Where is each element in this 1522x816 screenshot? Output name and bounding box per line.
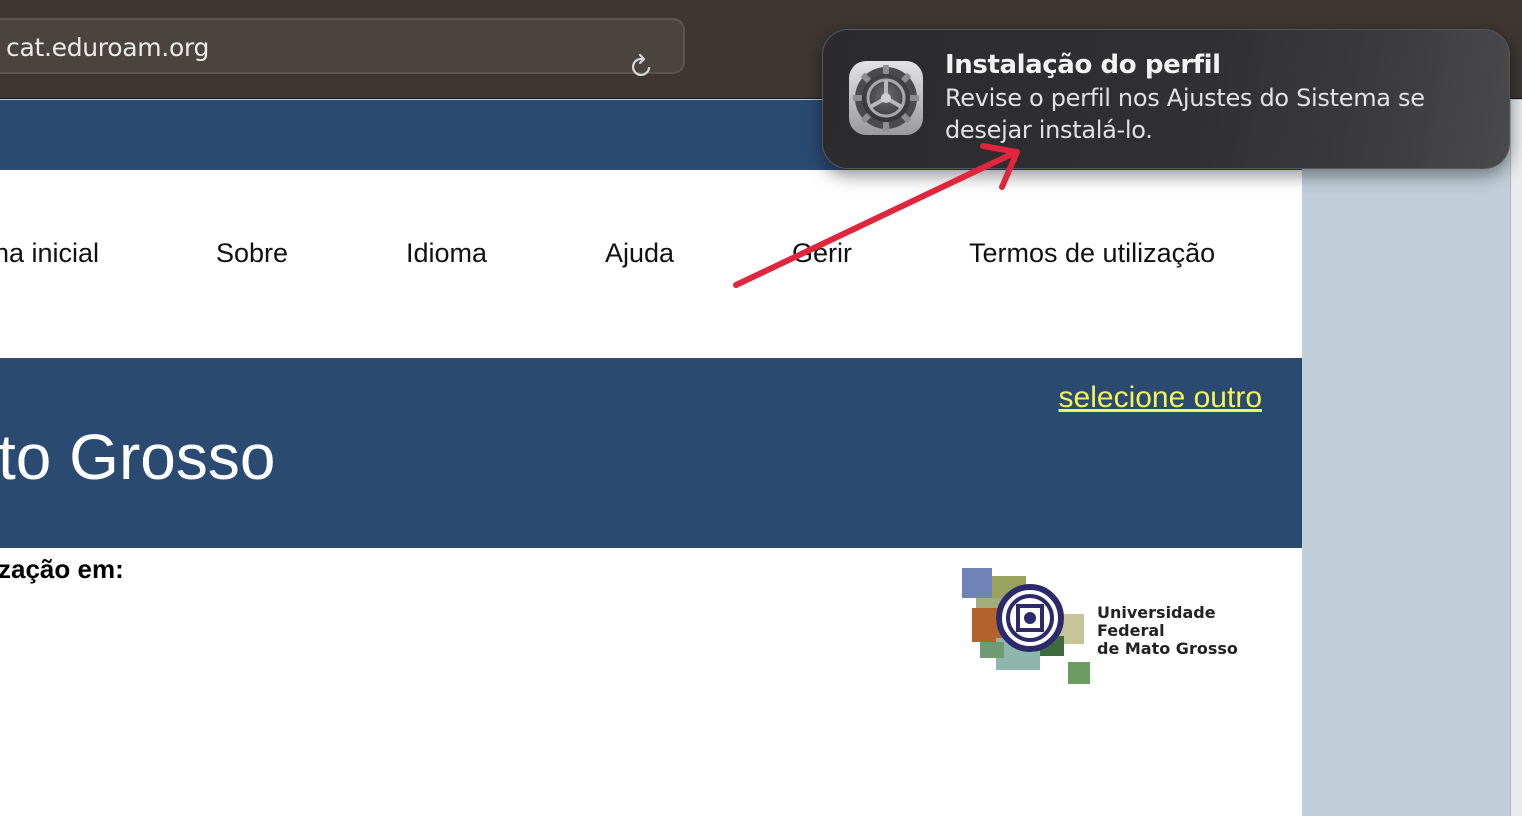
page-side-margin — [1302, 100, 1510, 816]
address-bar[interactable]: cat.eduroam.org — [0, 18, 685, 77]
institution-band: to Grosso selecione outro — [0, 358, 1302, 548]
ufmt-emblem — [962, 568, 1090, 684]
institution-name: to Grosso — [0, 421, 276, 493]
screen: cat.eduroam.org na inicial Sobre Idioma … — [0, 0, 1522, 816]
university-logo: Universidade Federal de Mato Grosso — [962, 568, 1262, 686]
notification-title: Instalação do perfil — [945, 50, 1221, 80]
scrollbar-track[interactable] — [1510, 100, 1522, 816]
nav-language[interactable]: Idioma — [406, 238, 487, 269]
logo-caption-line2: de Mato Grosso — [1097, 639, 1238, 658]
nav-home[interactable]: na inicial — [0, 238, 99, 269]
profile-install-notification[interactable]: Instalação do perfil Revise o perfil nos… — [822, 29, 1510, 169]
main-nav: na inicial Sobre Idioma Ajuda Gerir Term… — [0, 170, 1302, 358]
nav-help[interactable]: Ajuda — [605, 238, 674, 269]
nav-about[interactable]: Sobre — [216, 238, 288, 269]
nav-terms[interactable]: Termos de utilização — [969, 238, 1215, 269]
institution-subheading: zação em: — [0, 554, 124, 584]
address-bar-url: cat.eduroam.org — [6, 33, 210, 62]
notification-body: Revise o perfil nos Ajustes do Sistema s… — [945, 84, 1425, 144]
select-other-link[interactable]: selecione outro — [1059, 381, 1262, 415]
web-page: na inicial Sobre Idioma Ajuda Gerir Term… — [0, 100, 1302, 816]
logo-caption-line1: Universidade Federal — [1097, 603, 1216, 640]
system-settings-gear-icon — [849, 61, 923, 135]
reload-icon[interactable] — [630, 53, 654, 79]
logo-caption: Universidade Federal de Mato Grosso — [1097, 604, 1262, 658]
nav-manage[interactable]: Gerir — [792, 238, 852, 269]
